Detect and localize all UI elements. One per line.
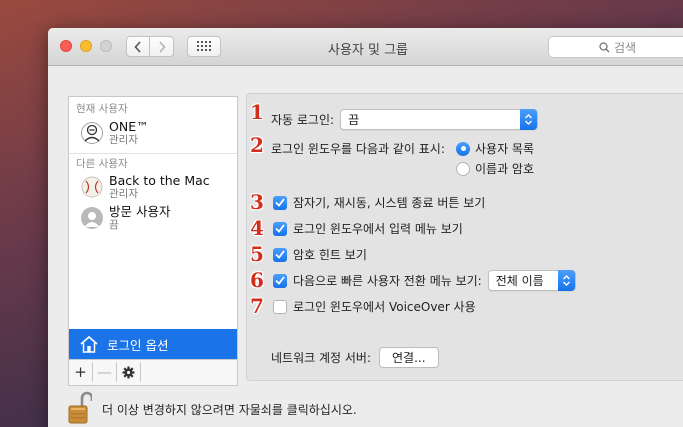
- checkbox[interactable]: [273, 195, 287, 210]
- annotation-number: 2: [250, 133, 264, 157]
- user-item-one[interactable]: ONE™ 관리자: [81, 120, 149, 146]
- checkbox-row-input-menu[interactable]: 로그인 윈도우에서 입력 메뉴 보기: [273, 220, 463, 237]
- user-role: 관리자: [109, 134, 138, 146]
- search-input[interactable]: 검색: [548, 36, 683, 58]
- annotation-number: 6: [250, 268, 264, 292]
- user-role: 관리자: [109, 188, 138, 200]
- user-role: 끔: [109, 219, 119, 231]
- show-all-button[interactable]: [187, 36, 221, 57]
- action-menu-button[interactable]: [117, 362, 141, 382]
- profile-avatar-icon: [81, 122, 103, 144]
- updown-arrows-icon: [557, 270, 575, 291]
- zoom-window-button[interactable]: [100, 40, 112, 52]
- search-icon: [599, 41, 610, 52]
- checkmark-icon: [275, 198, 285, 207]
- join-button[interactable]: 연결...: [379, 347, 439, 368]
- checkbox-row-password-hints[interactable]: 암호 힌트 보기: [273, 246, 367, 263]
- radio-label: 사용자 목록: [475, 142, 535, 156]
- gear-icon: [122, 366, 135, 378]
- annotation-number: 3: [250, 190, 264, 214]
- title-bar: 사용자 및 그룹 검색: [48, 28, 683, 66]
- checkbox[interactable]: [273, 299, 287, 314]
- checkbox-row-fast-user-switching[interactable]: 다음으로 빠른 사용자 전환 메뉴 보기: 전체 이름: [273, 270, 576, 291]
- annotation-number: 1: [250, 100, 264, 124]
- user-name: ONE™: [109, 119, 149, 134]
- minimize-window-button[interactable]: [80, 40, 92, 52]
- user-name: 방문 사용자: [109, 204, 171, 219]
- checkbox-row-voiceover[interactable]: 로그인 윈도우에서 VoiceOver 사용: [273, 298, 476, 315]
- checkbox-row-power-buttons[interactable]: 잠자기, 재시동, 시스템 종료 버튼 보기: [273, 194, 485, 211]
- auto-login-value: 끔: [348, 113, 360, 127]
- add-user-button[interactable]: +: [69, 362, 93, 382]
- lock-button[interactable]: [68, 391, 94, 427]
- search-placeholder: 검색: [614, 40, 637, 55]
- checkbox-label: 로그인 윈도우에서 VoiceOver 사용: [293, 300, 476, 314]
- lock-bar: 더 이상 변경하지 않으려면 자물쇠를 클릭하십시오.: [68, 391, 357, 427]
- auto-login-row: 자동 로그인: 끔: [271, 109, 539, 130]
- checkbox-label: 암호 힌트 보기: [293, 248, 367, 262]
- other-users-label: 다른 사용자: [76, 158, 128, 170]
- preferences-window: 사용자 및 그룹 검색 현재 사용자 ONE™ 관리자 다른 사용자 Back …: [48, 28, 683, 427]
- checkmark-icon: [275, 250, 285, 259]
- chevron-right-icon: [158, 40, 166, 53]
- users-sidebar: 현재 사용자 ONE™ 관리자 다른 사용자 Back to the Mac 관…: [68, 96, 238, 386]
- checkbox[interactable]: [273, 273, 287, 288]
- fast-switch-value: 전체 이름: [495, 274, 544, 288]
- remove-user-button[interactable]: —: [93, 362, 117, 382]
- close-window-button[interactable]: [60, 40, 72, 52]
- checkbox-label: 로그인 윈도우에서 입력 메뉴 보기: [293, 222, 463, 236]
- sidebar-toolbar: + —: [69, 359, 237, 385]
- user-item-back-to-the-mac[interactable]: Back to the Mac 관리자: [81, 174, 210, 200]
- checkbox-label: 다음으로 빠른 사용자 전환 메뉴 보기:: [293, 274, 482, 288]
- updown-arrows-icon: [520, 109, 538, 130]
- checkmark-icon: [275, 276, 285, 285]
- lock-message: 더 이상 변경하지 않으려면 자물쇠를 클릭하십시오.: [102, 403, 357, 417]
- display-login-window-label: 로그인 윈도우를 다음과 같이 표시:: [271, 142, 445, 156]
- unlocked-padlock-icon: [68, 391, 94, 424]
- forward-button[interactable]: [150, 36, 174, 57]
- auto-login-label: 자동 로그인:: [271, 113, 335, 127]
- annotation-number: 5: [250, 242, 264, 266]
- radio-label: 이름과 암호: [475, 162, 535, 176]
- auto-login-popup[interactable]: 끔: [340, 109, 539, 130]
- radio-button[interactable]: [456, 141, 470, 156]
- annotation-number: 7: [250, 294, 264, 318]
- back-button[interactable]: [126, 36, 150, 57]
- fast-switch-popup[interactable]: 전체 이름: [487, 270, 576, 291]
- checkbox[interactable]: [273, 247, 287, 262]
- chevron-left-icon: [134, 40, 141, 53]
- radio-name-and-password[interactable]: 이름과 암호: [456, 160, 534, 177]
- user-item-guest[interactable]: 방문 사용자 끔: [81, 205, 170, 231]
- login-options-item[interactable]: 로그인 옵션: [69, 329, 237, 359]
- baseball-avatar-icon: [81, 176, 103, 198]
- current-users-label: 현재 사용자: [76, 103, 128, 115]
- guest-avatar-icon: [81, 207, 103, 229]
- radio-button[interactable]: [456, 161, 470, 176]
- network-server-row: 네트워크 계정 서버: 연결...: [271, 347, 439, 368]
- house-icon: [80, 335, 98, 353]
- checkbox-label: 잠자기, 재시동, 시스템 종료 버튼 보기: [293, 196, 486, 210]
- annotation-number: 4: [250, 216, 264, 240]
- window-title: 사용자 및 그룹: [327, 43, 409, 58]
- checkbox[interactable]: [273, 221, 287, 236]
- checkmark-icon: [275, 224, 285, 233]
- display-login-window-row: 로그인 윈도우를 다음과 같이 표시:: [271, 140, 445, 157]
- login-options-label: 로그인 옵션: [107, 337, 169, 353]
- radio-user-list[interactable]: 사용자 목록: [456, 140, 534, 157]
- login-options-panel: 1 자동 로그인: 끔 2 로그인 윈도우를 다음과 같이 표시: 사용자 목록…: [246, 93, 683, 381]
- user-name: Back to the Mac: [109, 173, 210, 188]
- network-server-label: 네트워크 계정 서버:: [271, 351, 371, 365]
